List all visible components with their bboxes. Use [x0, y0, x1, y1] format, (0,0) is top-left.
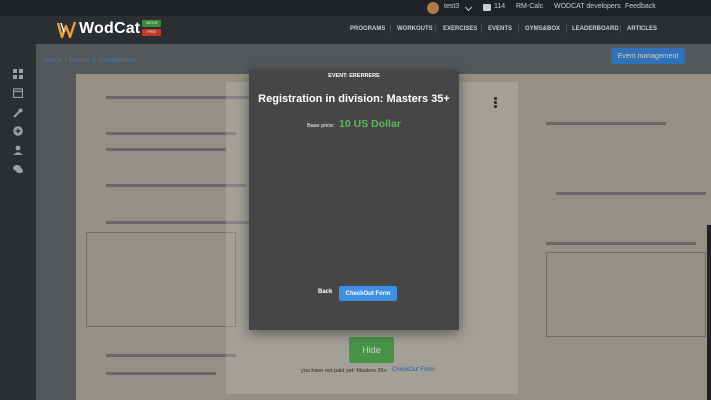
wodcat-logo-icon[interactable]: [57, 21, 77, 39]
nav-workouts[interactable]: WORKOUTS: [397, 26, 433, 32]
nav-articles[interactable]: ARTICLES: [627, 26, 657, 32]
scrollbar-track[interactable]: [707, 225, 711, 400]
nav-programs[interactable]: PROGRAMS: [350, 26, 385, 32]
top-utility-bar: test3 114 RM-Calc WODCAT developers Feed…: [0, 0, 711, 16]
base-price-label: Base price:: [307, 123, 335, 129]
modal-title: Registration in division: Masters 35+: [258, 93, 450, 105]
back-button[interactable]: Back: [318, 289, 332, 295]
brand-name[interactable]: WodCat: [79, 20, 140, 38]
nav-events[interactable]: EVENTS: [488, 26, 512, 32]
chat-icon[interactable]: [13, 164, 23, 174]
nav-divider: [435, 25, 436, 33]
nav-leaderboard[interactable]: LEADERBOARD: [572, 26, 619, 32]
count-label[interactable]: 114: [494, 3, 505, 10]
event-label: EVENT: ERERRERE: [328, 73, 380, 79]
version-badge: v2.9.9: [142, 20, 161, 27]
base-price-value: 10 US Dollar: [339, 118, 401, 130]
wrench-icon[interactable]: [13, 108, 23, 118]
calendar-icon[interactable]: [13, 88, 23, 98]
nav-divider: [620, 25, 621, 33]
pro-badge: PRO: [142, 29, 161, 36]
feedback-link[interactable]: Feedback: [625, 3, 656, 10]
nav-divider: [390, 25, 391, 33]
folder-icon: [483, 4, 491, 11]
chevron-down-icon[interactable]: [464, 3, 473, 12]
nav-divider: [566, 25, 567, 33]
developers-link[interactable]: WODCAT developers: [554, 3, 621, 10]
registration-modal: EVENT: ERERRERE Registration in division…: [249, 70, 459, 330]
plus-circle-icon[interactable]: [13, 126, 23, 136]
username-label[interactable]: test3: [444, 3, 459, 10]
checkout-form-button[interactable]: CheckOut Form: [339, 286, 397, 301]
user-avatar[interactable]: [427, 2, 439, 14]
dashboard-icon[interactable]: [13, 69, 23, 79]
nav-divider: [518, 25, 519, 33]
left-sidebar: [0, 44, 36, 400]
nav-exercises[interactable]: EXERCISES: [443, 26, 477, 32]
base-price-row: Base price: 10 US Dollar: [249, 114, 459, 132]
rm-calc-link[interactable]: RM-Calc: [516, 3, 543, 10]
nav-gyms-box[interactable]: GYMS&BOX: [525, 26, 560, 32]
nav-divider: [481, 25, 482, 33]
user-icon[interactable]: [13, 145, 23, 155]
